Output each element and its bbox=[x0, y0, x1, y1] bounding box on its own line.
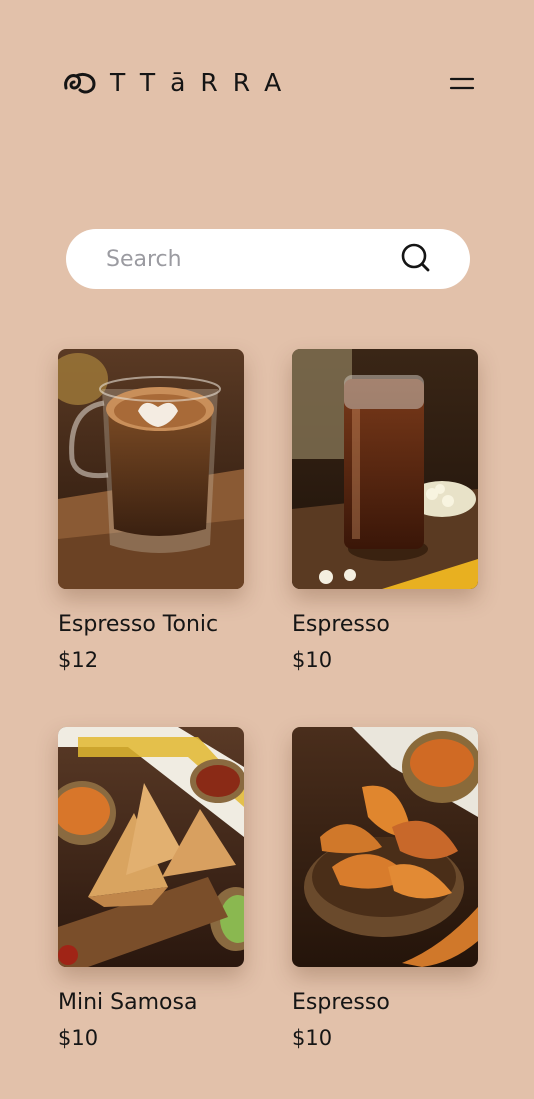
product-price: $10 bbox=[58, 1026, 99, 1050]
product-image-cold-brew bbox=[292, 349, 478, 589]
hamburger-icon bbox=[449, 77, 475, 90]
search-input[interactable] bbox=[106, 246, 430, 272]
brand-name: TTāRRA bbox=[110, 68, 297, 97]
product-image-samosa bbox=[58, 727, 244, 967]
product-card[interactable]: Mini Samosa $10 bbox=[58, 727, 244, 1052]
product-name: Mini Samosa bbox=[58, 990, 198, 1015]
product-image-latte bbox=[58, 349, 244, 589]
product-price: $10 bbox=[292, 648, 333, 672]
swirl-glyph-icon bbox=[64, 72, 96, 94]
search-bar bbox=[66, 229, 470, 289]
product-name: Espresso bbox=[292, 990, 390, 1015]
product-name: Espresso Tonic bbox=[58, 612, 219, 637]
product-card[interactable]: Espresso $10 bbox=[292, 727, 478, 1052]
product-image-banana-chips bbox=[292, 727, 478, 967]
product-name: Espresso bbox=[292, 612, 390, 637]
product-price: $12 bbox=[58, 648, 99, 672]
brand-logo[interactable]: TTāRRA bbox=[62, 68, 296, 98]
product-card[interactable]: Espresso $10 bbox=[292, 349, 478, 674]
product-card[interactable]: Espresso Tonic $12 bbox=[58, 349, 244, 674]
menu-button[interactable] bbox=[446, 71, 478, 95]
search-icon[interactable] bbox=[400, 242, 432, 274]
product-price: $10 bbox=[292, 1026, 333, 1050]
